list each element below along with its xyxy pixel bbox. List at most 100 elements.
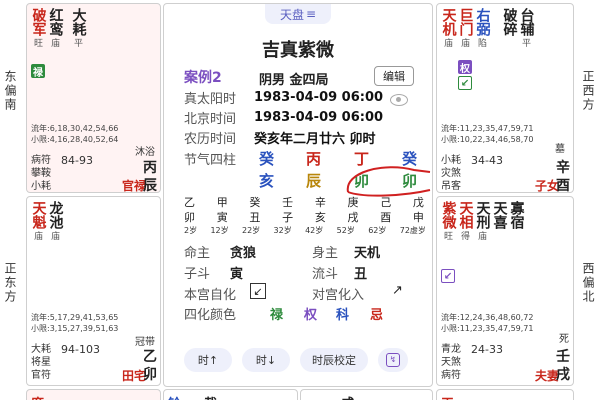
decade-stem: 甲 [216,196,228,209]
decade-age: 2岁 [184,226,198,235]
life-stage: 墓 [555,144,565,155]
star-name: 寡宿 [508,201,525,229]
hour-prev-button[interactable]: 时↑ [184,348,232,372]
info-row: 农历时间 癸亥年二月廿六 卯时 [184,128,376,147]
minor-star: 吊客 [441,181,461,192]
palace-bottom-midright[interactable]: 咸 [300,389,433,400]
minor-star: 天煞 [441,357,461,368]
palace-guanlu[interactable]: 破军旺 红鸾庙 大耗平 禄 流年:6,18,30,42,54,66 小限:4,1… [26,3,161,193]
star-name: 巨门 [457,8,474,36]
decade-branch: 卯 [184,211,195,224]
decade-branch: 寅 [216,211,228,224]
decade-branch: 申 [412,211,424,224]
star-name: 天刑 [474,201,491,229]
decade-age: 42岁 [305,226,324,235]
xiaoxian-years: 小限:4,16,28,40,52,64 [31,135,119,144]
liunian-years: 流年:6,18,30,42,54,66 [31,124,119,133]
star-brightness: 庙 [460,39,470,49]
palace-stem: 辛 [556,160,570,176]
minor-star: 灾煞 [441,168,461,179]
sihua-ke: 科 [336,308,350,323]
pillar-month-branch: 辰 [306,172,322,190]
decade-age: 32岁 [273,226,292,235]
decade-branch: 戌 [347,211,359,224]
minor-star: 病符 [31,155,51,166]
direction-label-top-right: 正西方 [581,70,595,112]
star-name: 廉 [31,393,44,400]
liudou-label: 流斗 [312,267,339,282]
star-brightness: 旺 [33,39,43,49]
edit-button[interactable]: 编辑 [374,66,414,86]
star-name: 红鸾 [47,8,64,36]
star-name: 右弼 [474,8,491,36]
xiaoxian-years: 小限:11,23,35,47,59,71 [441,324,534,333]
decade-stem: 庚 [347,196,359,209]
life-stage: 沐浴 [135,147,155,158]
palace-zinv[interactable]: 天机庙 巨门庙 右弼陷 破碎 台辅平 权 ↙ 流年:11,23,35,47,59… [436,3,574,193]
life-stage: 死 [559,334,569,345]
palace-fuqi[interactable]: 紫微旺 天相得 天刑庙 天喜 寡宿 ↙ 流年:12,24,36,48,60,72… [436,196,574,386]
palace-stem: 壬 [556,349,570,365]
pillar-year-stem: 癸 [259,150,275,168]
tianpan-label: 天盘 [279,7,304,22]
hour-next-button[interactable]: 时↓ [242,348,290,372]
liunian-years: 流年:5,17,29,41,53,65 [31,313,119,322]
minggong-label: 命主 [184,246,211,261]
decade-branch: 子 [282,211,294,224]
palace-bottom-midleft[interactable]: 铃 截 [163,389,298,400]
palace-branch: 卯 [143,367,157,383]
minggong-value: 贪狼 [230,246,257,261]
star-name: 截 [204,393,217,400]
sihua-label: 四化颜色 [184,308,237,323]
sihua-ji: 忌 [370,308,384,323]
row-label: 北京时间 [184,112,237,127]
palace-branch: 酉 [556,178,570,193]
minor-star: 将星 [31,357,51,368]
decade-ages-row: 2岁 12岁 22岁 32岁 42岁 52岁 62岁 72虚岁 [184,225,426,236]
shengong-label: 身主 [312,246,339,261]
decade-branch: 丑 [249,211,261,224]
star-brightness: 庙 [33,232,43,242]
decade-branch: 酉 [380,211,392,224]
decade-age: 22岁 [242,226,261,235]
decade-branches-row: 卯寅丑子亥戌酉申 [184,209,424,225]
pillar-month-stem: 丙 [306,150,322,168]
palace-bottom-left[interactable]: 廉 [26,389,161,400]
decade-stem: 戊 [412,196,424,209]
hua-quan-tag: 权 [458,60,472,75]
info-row: 节气四柱 [184,149,254,168]
star-brightness: 平 [73,39,83,49]
zihua-arrow-icon: ↙ [441,269,455,283]
share-icon: ↯ [386,353,400,367]
case-name: 案例2 [184,70,222,86]
direction-label-top-left: 东偏南 [3,70,17,112]
decade-stem: 乙 [184,196,195,209]
share-button[interactable]: ↯ [378,348,408,372]
star-name: 龙池 [47,201,64,229]
minor-star: 大耗 [31,344,51,355]
decade-age: 52岁 [336,226,355,235]
life-stage: 冠带 [135,337,155,348]
palace-tianzhai[interactable]: 天魁庙 龙池庙 流年:5,17,29,41,53,65 小限:3,15,27,3… [26,196,161,386]
hour-calibrate-button[interactable]: 时辰校定 [300,348,368,372]
sihua-lu: 禄 [270,308,284,323]
pillar-year-branch: 亥 [259,172,275,190]
palace-bottom-right[interactable]: 天 [436,389,574,400]
decade-stem: 壬 [282,196,294,209]
star-brightness: 得 [460,232,470,242]
row-label: 农历时间 [184,132,237,147]
star-name: 铃 [168,393,181,400]
sihua-quan: 权 [304,308,318,323]
star-brightness: 庙 [50,39,60,49]
decade-age: 62岁 [368,226,387,235]
zihua-arrow-icon: ↙ [458,76,472,90]
minor-star: 小耗 [441,155,461,166]
app-title: 吉真紫微 [262,40,334,61]
major-limit-range: 34-43 [471,154,503,167]
tianpan-tab[interactable]: 天盘 ≡ [265,4,331,24]
star-brightness: 平 [521,39,531,49]
eye-icon[interactable] [390,94,408,106]
minor-star: 官符 [31,370,51,381]
star-brightness: 庙 [50,232,60,242]
major-limit-range: 94-103 [61,343,100,356]
